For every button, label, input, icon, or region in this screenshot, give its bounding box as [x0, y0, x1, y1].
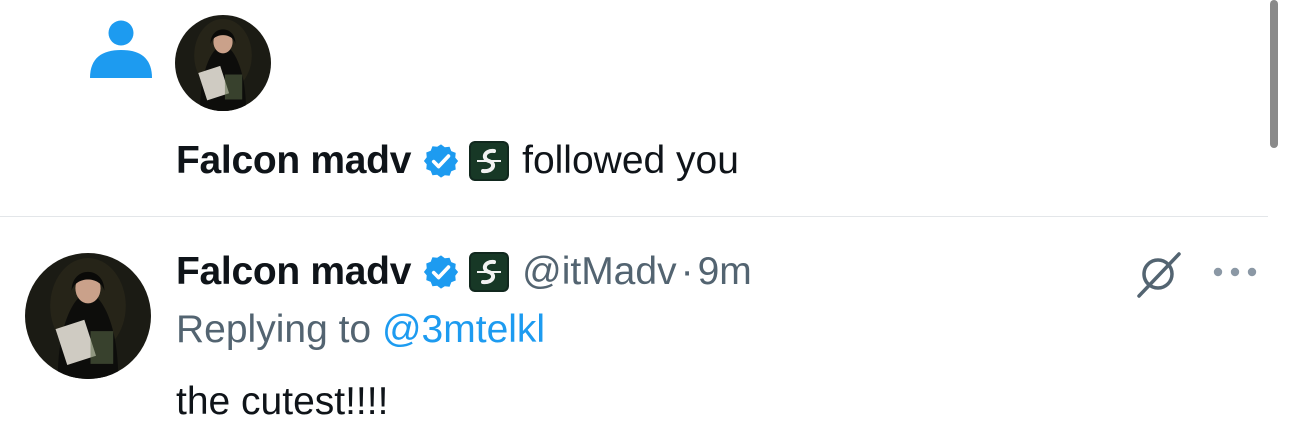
replying-to-line: Replying to @3mtelkl [176, 306, 545, 354]
verified-badge-icon [424, 255, 459, 289]
tweet-author-handle[interactable]: @itMadv [522, 248, 676, 296]
affiliate-logo-icon[interactable] [469, 141, 510, 181]
person-icon [90, 20, 152, 78]
grok-icon[interactable] [1133, 250, 1185, 298]
follower-display-name[interactable]: Falcon madv [176, 137, 411, 185]
follow-notification-text: Falcon madv followed you [176, 137, 739, 185]
notifications-page: Falcon madv followed you Falcon madv @it… [0, 0, 1290, 429]
divider [0, 216, 1268, 217]
affiliate-logo-icon[interactable] [469, 252, 510, 292]
follow-action-text: followed you [522, 139, 739, 182]
verified-badge-icon [424, 144, 459, 178]
follower-avatar[interactable] [175, 15, 271, 111]
tweet-author-avatar[interactable] [25, 253, 151, 379]
replying-to-mention[interactable]: @3mtelkl [382, 308, 545, 351]
replying-to-label: Replying to [176, 308, 372, 351]
more-dots-icon[interactable] [1210, 262, 1260, 282]
tweet-body: the cutest!!!! [176, 380, 389, 423]
tweet-header: Falcon madv @itMadv · 9m [176, 248, 752, 296]
tweet-author-name[interactable]: Falcon madv [176, 248, 411, 296]
tweet-timestamp[interactable]: 9m [698, 248, 752, 296]
separator-dot: · [680, 250, 694, 293]
scrollbar-thumb[interactable] [1270, 0, 1278, 148]
